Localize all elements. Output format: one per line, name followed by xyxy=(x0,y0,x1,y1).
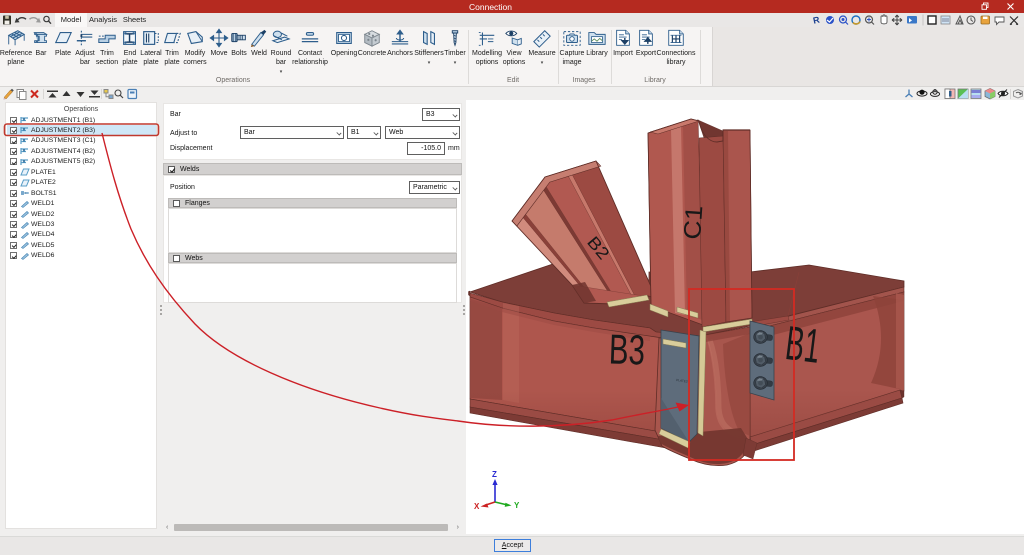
svg-text:R: R xyxy=(812,14,821,25)
